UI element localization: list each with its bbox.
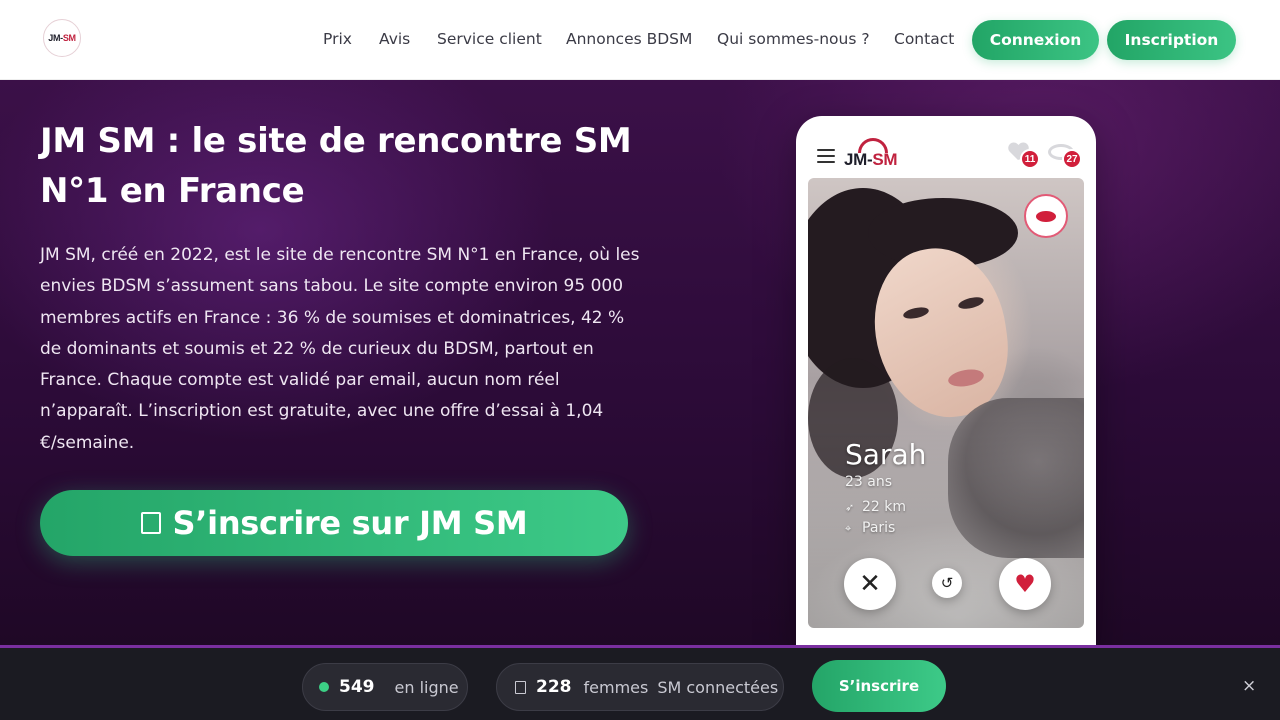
nav-link-service-client[interactable]: Service client (437, 30, 542, 48)
reject-button[interactable]: ✕ (844, 558, 896, 610)
undo-button[interactable]: ↺ (932, 568, 962, 598)
nav-link-annonces-bdsm[interactable]: Annonces BDSM (566, 30, 692, 48)
nav-link-avis[interactable]: Avis (379, 30, 410, 48)
online-members-pill: 549 en ligne (302, 663, 468, 711)
profile-distance: ➶ 22 km (845, 499, 907, 515)
nav-link-contact[interactable]: Contact (894, 30, 954, 48)
hero-signup-button[interactable]: S’inscrire sur JM SM (40, 490, 628, 556)
like-button[interactable]: ♥ (999, 558, 1051, 610)
hero-title: JM SM : le site de rencontre SM N°1 en F… (40, 116, 640, 216)
profile-age: 23 ans (845, 474, 893, 490)
profile-card: Sarah 23 ans ➶ 22 km ⌖ Paris ✕ ↺ ♥ (808, 178, 1084, 628)
women-label: femmes (583, 677, 649, 697)
site-logo[interactable]: JM-SM (43, 19, 81, 57)
likes-indicator: 11 (1006, 141, 1040, 169)
site-header: JM-SM Prix Avis Service client Annonces … (0, 0, 1280, 80)
profile-city: ⌖ Paris (845, 520, 896, 536)
signup-button[interactable]: Inscription (1107, 20, 1236, 60)
bottom-signup-button[interactable]: S’inscrire (812, 660, 946, 712)
views-indicator: 27 (1048, 141, 1082, 169)
hero-signup-label: S’inscrire sur JM SM (172, 504, 528, 542)
lips-icon (1036, 210, 1056, 222)
hero-description: JM SM, créé en 2022, est le site de renc… (40, 245, 640, 453)
nav-link-prix[interactable]: Prix (323, 30, 352, 48)
close-bar-icon[interactable]: × (1242, 676, 1256, 696)
status-dot-icon (319, 682, 329, 692)
hamburger-icon (817, 149, 835, 163)
hero-title-line-1: JM SM : le site de rencontre SM (40, 121, 632, 161)
location-pin-icon: ⌖ (845, 522, 852, 535)
signup-icon (140, 512, 161, 534)
women-icon (515, 680, 526, 694)
online-label: en ligne (394, 677, 459, 697)
views-badge: 27 (1062, 149, 1082, 169)
likes-badge: 11 (1020, 149, 1040, 169)
online-count: 549 (339, 677, 375, 697)
phone-logo: JM-SM (844, 138, 906, 169)
navigation-arrow-icon: ➶ (845, 501, 855, 514)
hero-title-line-2: N°1 en France (40, 171, 305, 211)
women-suffix: SM connectées (657, 677, 779, 697)
logo-wordmark: JM-SM (48, 33, 76, 43)
women-connected-pill: 228 femmes SM connectées (496, 663, 784, 711)
hero-section: JM SM : le site de rencontre SM N°1 en F… (0, 80, 1280, 645)
sticky-bottom-bar: 549 en ligne 228 femmes SM connectées S’… (0, 645, 1280, 720)
undo-icon: ↺ (940, 574, 954, 592)
heart-icon: ♥ (1014, 570, 1036, 598)
phone-mockup: JM-SM 11 27 Sarah 23 ans ➶ 22 km ⌖ Paris… (796, 116, 1096, 645)
close-icon: ✕ (859, 569, 881, 599)
profile-name: Sarah (845, 438, 927, 471)
login-button[interactable]: Connexion (972, 20, 1099, 60)
kiss-button[interactable] (1024, 194, 1068, 238)
women-count: 228 (536, 677, 572, 697)
nav-link-qui-sommes-nous[interactable]: Qui sommes-nous ? (717, 30, 870, 48)
